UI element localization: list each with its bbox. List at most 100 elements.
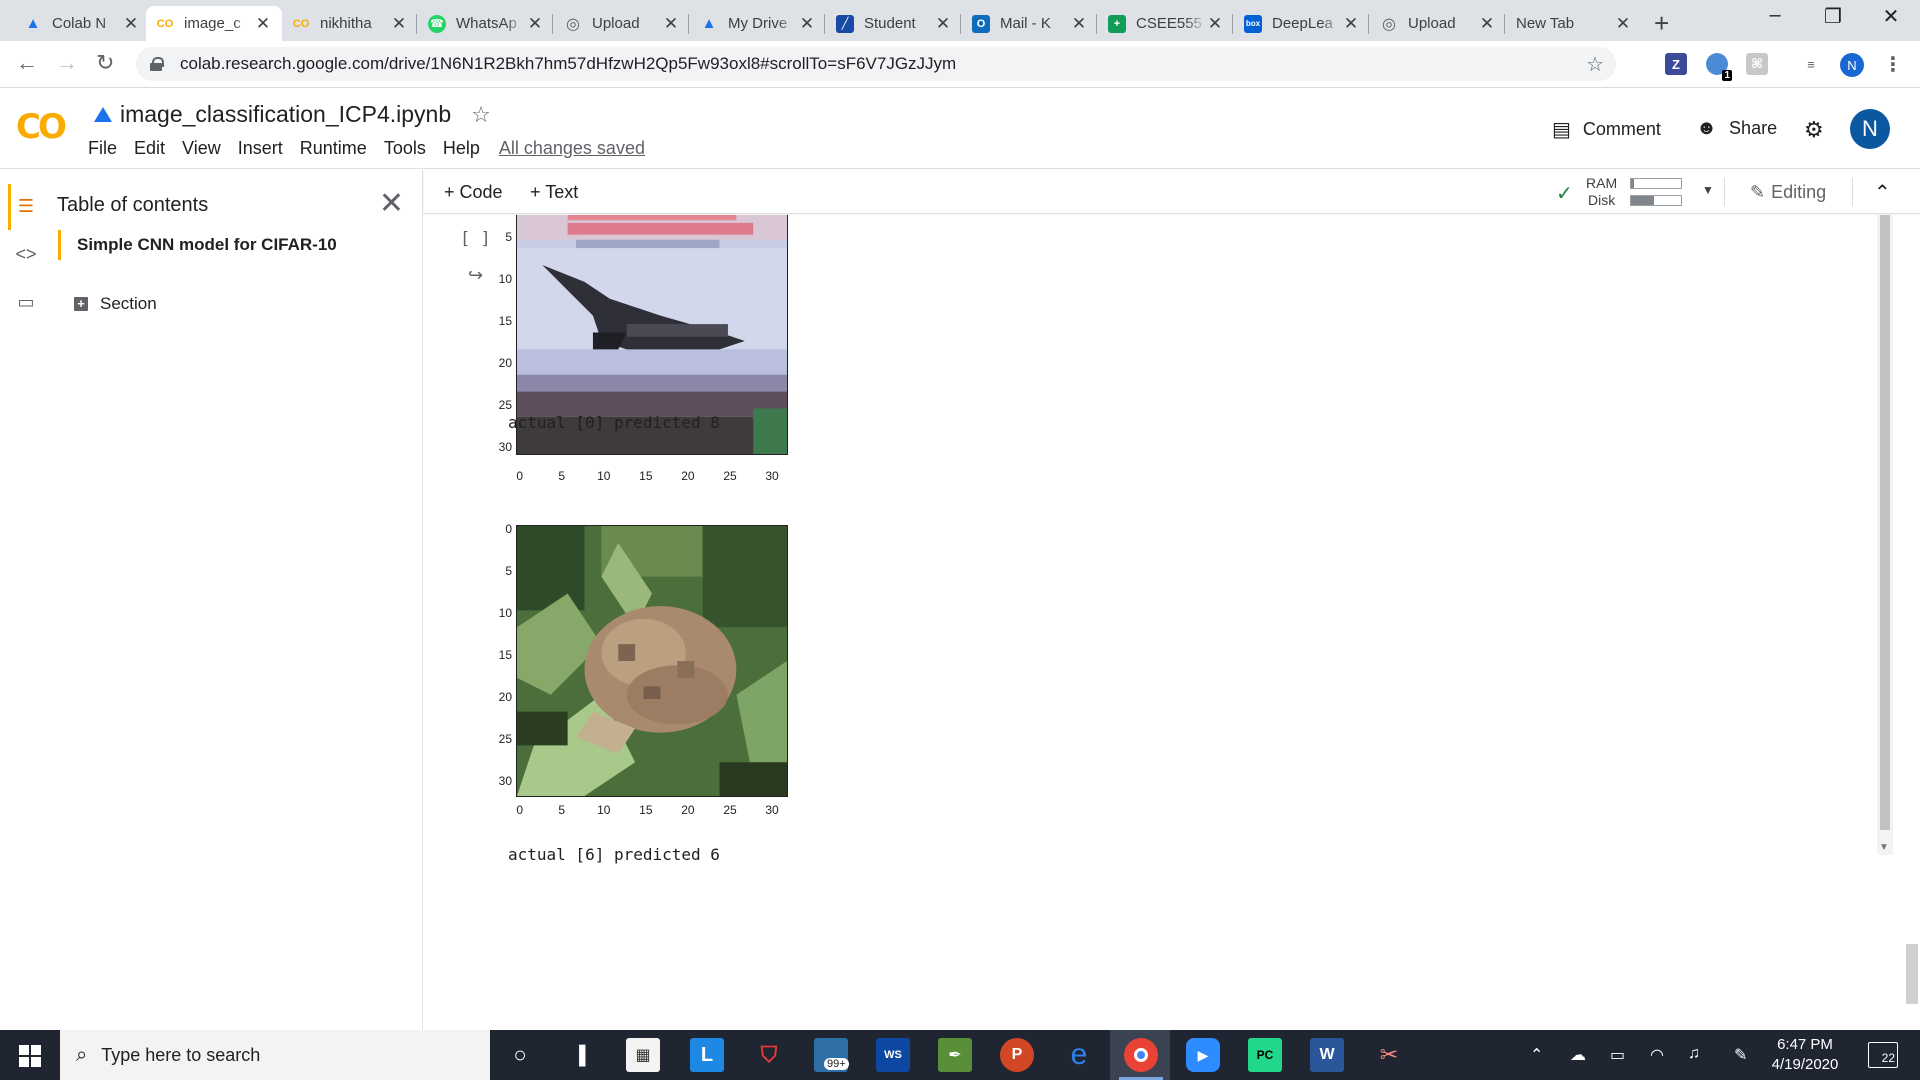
reload-icon[interactable]: ↻ (96, 50, 114, 76)
runtime-resources-indicator[interactable]: ✓ RAM Disk ▼ (1556, 175, 1726, 209)
notification-center-icon[interactable]: 22 (1868, 1042, 1898, 1068)
chrome-menu-icon[interactable]: ⋮ (1882, 53, 1904, 76)
close-tab-icon[interactable]: ✕ (254, 14, 272, 34)
close-tab-icon[interactable]: ✕ (1206, 14, 1224, 34)
cortana-icon[interactable]: ○ (503, 1038, 537, 1072)
files-folder-icon[interactable]: ▭ (10, 286, 42, 318)
powerpoint-icon[interactable]: P (1000, 1038, 1034, 1072)
image-editor-icon[interactable]: ✒ (938, 1038, 972, 1072)
menu-runtime[interactable]: Runtime (300, 138, 367, 159)
url-text[interactable]: colab.research.google.com/drive/1N6N1R2B… (180, 54, 956, 74)
close-tab-icon[interactable]: ✕ (1478, 14, 1496, 34)
scrollbar-thumb[interactable] (1880, 215, 1890, 830)
browser-tab[interactable]: CO image_c ✕ (146, 6, 282, 41)
task-view-icon[interactable]: ▐ (562, 1038, 596, 1072)
grey-extension-icon[interactable]: ⌘ (1746, 53, 1768, 75)
settings-gear-icon[interactable]: ⚙ (1804, 117, 1824, 143)
store-icon[interactable]: ▦ (626, 1038, 660, 1072)
menu-tools[interactable]: Tools (384, 138, 426, 159)
close-window-button[interactable]: ✕ (1868, 4, 1914, 29)
address-bar[interactable]: colab.research.google.com/drive/1N6N1R2B… (136, 47, 1616, 81)
l-app-icon[interactable]: L (690, 1038, 724, 1072)
close-tab-icon[interactable]: ✕ (1070, 14, 1088, 34)
snipping-tool-icon[interactable]: ✂ (1372, 1038, 1406, 1072)
close-tab-icon[interactable]: ✕ (526, 14, 544, 34)
collapse-header-chevron-icon[interactable]: ⌃ (1874, 180, 1891, 205)
translate-extension-icon[interactable]: 1 (1706, 53, 1732, 81)
browser-tab[interactable]: O Mail - K ✕ (962, 6, 1098, 41)
new-tab-button[interactable]: + (1654, 8, 1669, 39)
menu-view[interactable]: View (182, 138, 221, 159)
box-icon: box (1244, 14, 1262, 33)
browser-tab[interactable]: ▲ Colab N ✕ (14, 6, 150, 41)
zotero-extension-icon[interactable]: Z (1665, 53, 1687, 75)
notebook-scrollbar[interactable]: ▼ (1877, 215, 1893, 855)
word-icon[interactable]: W (1310, 1038, 1344, 1072)
close-tab-icon[interactable]: ✕ (662, 14, 680, 34)
mail-icon[interactable]: 99+ (814, 1038, 849, 1072)
windows-start-icon[interactable] (19, 1045, 41, 1067)
chrome-icon[interactable] (1124, 1038, 1158, 1072)
close-tab-icon[interactable]: ✕ (798, 14, 816, 34)
add-code-cell-button[interactable]: + Code (444, 182, 503, 203)
comment-button[interactable]: ▤ Comment (1552, 117, 1661, 142)
mcafee-shield-icon[interactable]: ⛉ (752, 1038, 786, 1072)
forward-arrow-icon[interactable]: → (56, 50, 78, 76)
battery-icon[interactable]: ▭ (1610, 1045, 1625, 1065)
colab-logo[interactable]: CO (16, 107, 67, 147)
wifi-icon[interactable]: ◠ (1650, 1045, 1664, 1065)
media-control-icon[interactable]: ≡ (1800, 53, 1822, 75)
notebook-filename[interactable]: image_classification_ICP4.ipynb (120, 101, 451, 128)
close-tab-icon[interactable]: ✕ (1342, 14, 1360, 34)
close-tab-icon[interactable]: ✕ (934, 14, 952, 34)
user-avatar[interactable]: N (1850, 109, 1890, 149)
resources-dropdown-icon[interactable]: ▼ (1702, 183, 1714, 197)
page-scrollbar-thumb[interactable] (1906, 944, 1918, 1004)
output-actions-icon[interactable]: ↪ (468, 265, 483, 286)
save-status-link[interactable]: All changes saved (499, 138, 645, 159)
close-tab-icon[interactable]: ✕ (1614, 14, 1632, 34)
menu-edit[interactable]: Edit (134, 138, 165, 159)
restore-window-button[interactable]: ❐ (1810, 4, 1856, 29)
menu-help[interactable]: Help (443, 138, 480, 159)
scroll-down-arrow-icon[interactable]: ▼ (1879, 842, 1889, 853)
browser-tab[interactable]: box DeepLea ✕ (1234, 6, 1370, 41)
toc-entry-simple-cnn[interactable]: Simple CNN model for CIFAR-10 (58, 230, 337, 260)
google-drive-icon[interactable] (94, 107, 112, 122)
browser-tab[interactable]: ☎ WhatsAp ✕ (418, 6, 554, 41)
add-text-cell-button[interactable]: + Text (530, 182, 578, 203)
menu-insert[interactable]: Insert (238, 138, 283, 159)
share-button[interactable]: ☻ Share (1696, 117, 1777, 140)
browser-tab[interactable]: CO nikhitha ✕ (282, 6, 418, 41)
back-arrow-icon[interactable]: ← (16, 50, 38, 76)
system-clock[interactable]: 6:47 PM 4/19/2020 (1760, 1035, 1850, 1075)
close-icon[interactable]: ✕ (379, 186, 404, 221)
taskbar-search-box[interactable]: ⌕ Type here to search (60, 1030, 490, 1080)
zoom-icon[interactable]: ▶ (1186, 1038, 1220, 1072)
edge-browser-icon[interactable]: e (1062, 1038, 1096, 1072)
menu-file[interactable]: File (88, 138, 117, 159)
chrome-profile-avatar[interactable]: N (1840, 53, 1864, 77)
code-snippets-icon[interactable]: <> (10, 238, 42, 270)
close-tab-icon[interactable]: ✕ (122, 14, 140, 34)
editing-mode-button[interactable]: ✎ Editing (1750, 182, 1826, 203)
browser-tab[interactable]: New Tab ✕ (1506, 6, 1642, 41)
show-hidden-icons-chevron[interactable]: ⌃ (1530, 1045, 1543, 1065)
browser-tab[interactable]: ▲ My Drive ✕ (690, 6, 826, 41)
volume-icon[interactable]: ♫ (1688, 1045, 1700, 1063)
minimize-window-button[interactable]: – (1752, 4, 1798, 27)
disk-label: Disk (1588, 192, 1616, 208)
table-of-contents-icon[interactable]: ☰ (10, 190, 42, 222)
add-section-button[interactable]: + Section (74, 294, 157, 314)
bookmark-star-icon[interactable]: ☆ (1586, 52, 1604, 77)
browser-tab[interactable]: ╱ Student ✕ (826, 6, 962, 41)
pen-workspace-icon[interactable]: ✎ (1734, 1045, 1747, 1065)
browser-tab[interactable]: ◎ Upload ✕ (1370, 6, 1506, 41)
pycharm-icon[interactable]: PC (1248, 1038, 1282, 1072)
star-notebook-icon[interactable]: ☆ (471, 102, 491, 128)
onedrive-cloud-icon[interactable]: ☁ (1570, 1045, 1586, 1065)
browser-tab[interactable]: ◎ Upload ✕ (554, 6, 690, 41)
close-tab-icon[interactable]: ✕ (390, 14, 408, 34)
webstorm-icon[interactable]: WS (876, 1038, 910, 1072)
browser-tab[interactable]: + CSEE555 ✕ (1098, 6, 1234, 41)
